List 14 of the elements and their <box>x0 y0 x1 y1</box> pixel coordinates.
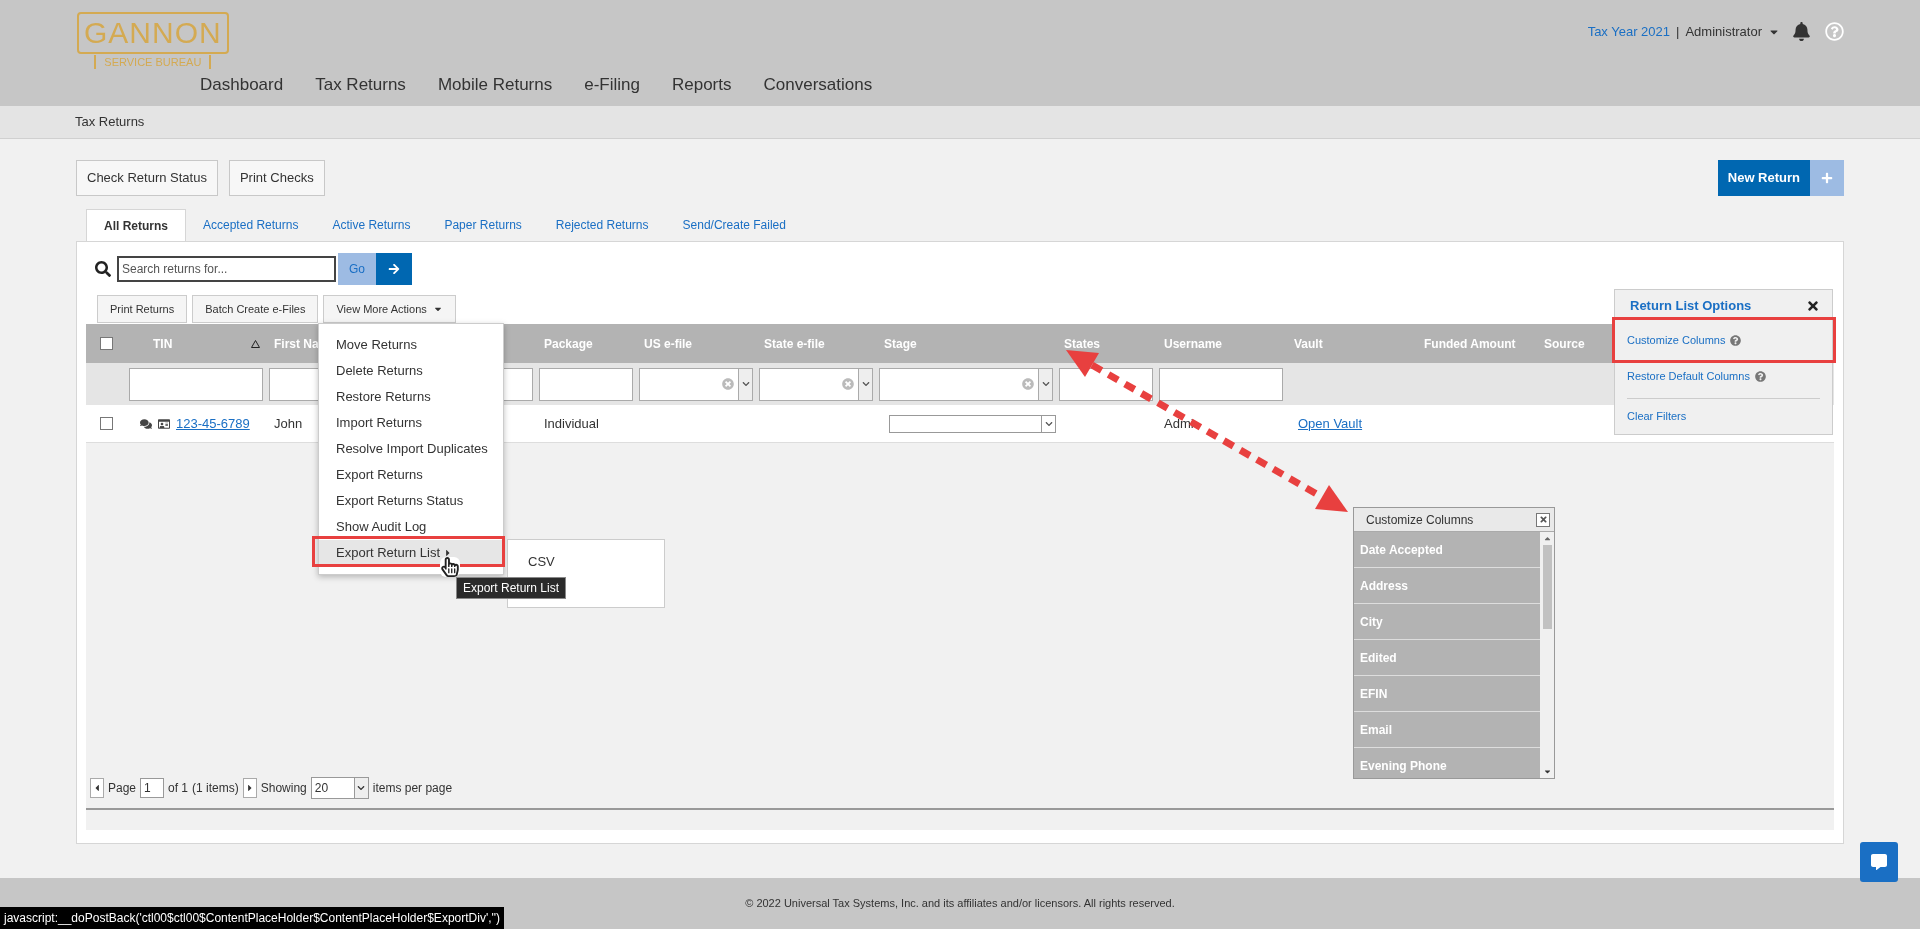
per-page-label: items per page <box>372 779 453 797</box>
page-count: of 1 <box>168 779 189 797</box>
showing-label: Showing <box>260 779 307 797</box>
tooltip: Export Return List <box>456 577 567 599</box>
table-cell-text: John <box>274 414 303 433</box>
breadcrumb: Tax Returns <box>75 113 145 132</box>
copyright: © 2022 Universal Tax Systems, Inc. and its affiliates and/or licensors. All rights reserved. <box>745 896 1175 912</box>
panel-title: Return List Options <box>1630 297 1752 316</box>
table-cell-text: Individual <box>544 414 599 433</box>
popup-title: Customize Columns <box>1366 511 1474 529</box>
item-count: (1 items) <box>192 779 239 797</box>
separator: | <box>1676 23 1680 41</box>
status-url: javascript:__doPostBack('ctl00$ctl00$ContentPlaceHolder$ContentPlaceHolder$ExportDiv','') <box>0 907 505 929</box>
page-label: Page <box>108 779 137 797</box>
